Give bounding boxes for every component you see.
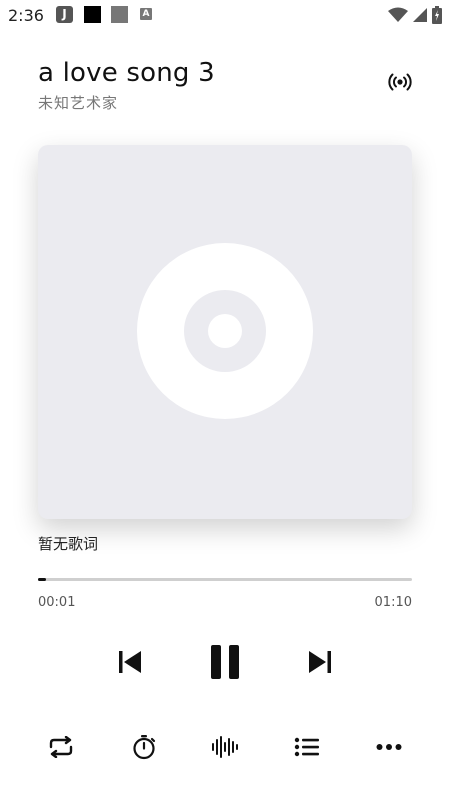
album-cover (38, 145, 412, 519)
music-app-icon: J (56, 6, 73, 23)
progress-bar[interactable] (38, 578, 412, 581)
pause-button[interactable] (205, 640, 245, 684)
lyrics-text[interactable]: 暂无歌词 (38, 533, 98, 554)
wifi-icon (388, 7, 408, 22)
more-button[interactable] (373, 731, 405, 763)
previous-button[interactable] (112, 644, 148, 680)
signal-icon (413, 8, 427, 22)
status-bar: 2:36 J A (0, 0, 450, 32)
playlist-button[interactable] (291, 731, 323, 763)
song-artist: 未知艺术家 (38, 94, 119, 112)
black-square-icon (84, 6, 101, 23)
repeat-icon (49, 736, 73, 758)
previous-icon (119, 651, 141, 673)
disc-icon (137, 243, 313, 419)
status-icons (388, 6, 442, 24)
repeat-button[interactable] (45, 731, 77, 763)
broadcast-icon (388, 73, 412, 91)
total-time: 01:10 (374, 595, 412, 610)
pause-icon (211, 645, 239, 679)
a-badge-icon: A (140, 8, 152, 20)
elapsed-time: 00:01 (38, 595, 76, 610)
gray-square-icon (111, 6, 128, 23)
timer-icon (133, 735, 156, 760)
cast-button[interactable] (384, 68, 416, 96)
battery-icon (432, 6, 442, 24)
timer-button[interactable] (128, 731, 160, 763)
song-title: a love song 3 (38, 58, 215, 88)
playlist-icon (294, 737, 319, 757)
sound-wave-icon (212, 736, 238, 758)
progress-fill (38, 578, 46, 581)
more-icon (376, 744, 402, 750)
next-button[interactable] (302, 644, 338, 680)
status-time: 2:36 (8, 6, 44, 25)
sound-effect-button[interactable] (209, 731, 241, 763)
next-icon (309, 651, 331, 673)
